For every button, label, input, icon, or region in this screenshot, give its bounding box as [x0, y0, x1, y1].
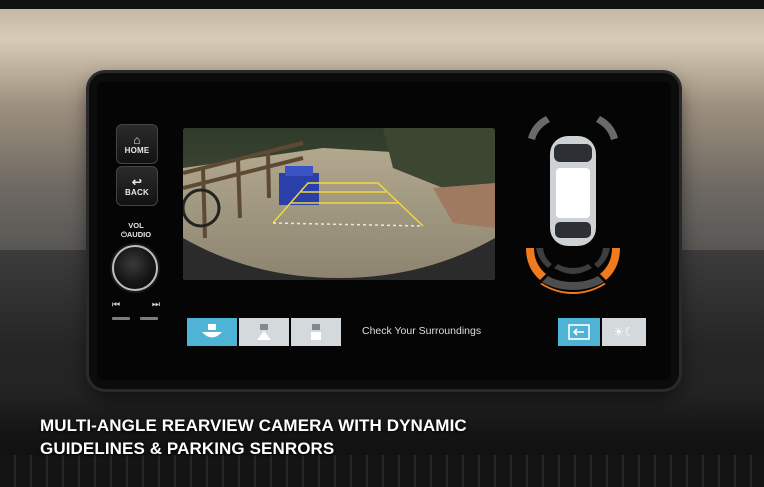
- feature-caption: MULTI-ANGLE REARVIEW CAMERA WITH DYNAMIC…: [40, 414, 467, 460]
- normal-view-icon: [257, 324, 271, 340]
- wide-view-icon: [202, 324, 222, 338]
- home-button[interactable]: ⌂ HOME: [116, 124, 158, 164]
- car-top-view-icon: [550, 136, 596, 246]
- volume-knob[interactable]: [112, 245, 158, 291]
- wide-view-button[interactable]: [187, 318, 237, 346]
- rear-sensor-segments: [526, 248, 620, 294]
- audio-label: AUDIO: [126, 230, 152, 239]
- track-buttons: ⏮ ⏭: [112, 299, 160, 310]
- caption-line-1: MULTI-ANGLE REARVIEW CAMERA WITH DYNAMIC: [40, 416, 467, 435]
- home-label: HOME: [124, 145, 150, 155]
- back-arrow-icon: ↩: [131, 174, 143, 189]
- back-button[interactable]: ↩ BACK: [116, 166, 158, 206]
- status-message: Check Your Surroundings: [362, 325, 482, 337]
- home-icon: ⌂: [133, 132, 141, 147]
- audio-label-row: ⏻AUDIO: [112, 230, 160, 239]
- normal-view-button[interactable]: [239, 318, 289, 346]
- blue-obstacle: [279, 173, 319, 205]
- top-down-view-icon: [311, 324, 321, 340]
- vol-audio-label: VOL ⏻AUDIO: [112, 221, 160, 239]
- exit-icon: [568, 324, 590, 340]
- brightness-button[interactable]: ☀☾: [602, 318, 646, 346]
- next-track-button[interactable]: ⏭: [152, 299, 160, 310]
- vol-label: VOL: [128, 221, 144, 230]
- camera-feed: [183, 128, 495, 280]
- rear-camera-view: [183, 128, 495, 280]
- previous-track-button[interactable]: ⏮: [112, 299, 120, 310]
- caption-line-2: GUIDELINES & PARKING SENRORS: [40, 439, 335, 458]
- trim-line-left: [112, 317, 130, 320]
- back-label: BACK: [125, 187, 149, 197]
- exit-camera-button[interactable]: [558, 318, 600, 346]
- top-frame-bar: [0, 0, 764, 9]
- top-down-view-button[interactable]: [291, 318, 341, 346]
- trim-line-right: [140, 317, 158, 320]
- sun-moon-icon: ☀☾: [613, 325, 635, 339]
- parking-sensor-display: [526, 116, 620, 294]
